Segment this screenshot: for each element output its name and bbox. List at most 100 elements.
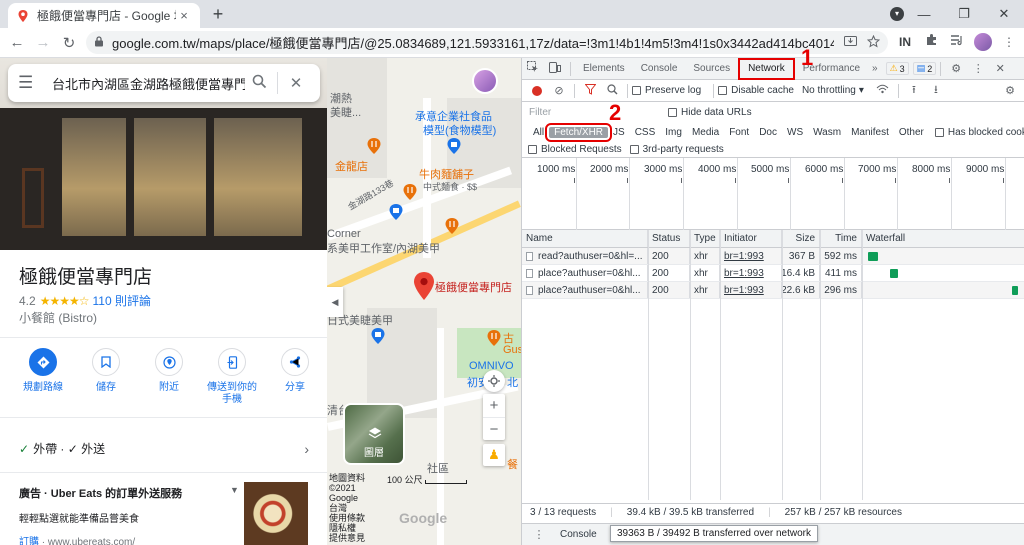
checkbox[interactable] <box>629 145 639 154</box>
shopping-poi-icon[interactable] <box>447 138 461 154</box>
map-label[interactable]: 金龍店 <box>335 158 368 174</box>
column-header-name[interactable]: Name <box>522 230 648 247</box>
checkbox[interactable] <box>934 127 944 137</box>
lock-icon[interactable] <box>94 35 104 50</box>
export-har-icon[interactable]: ⭳ <box>925 81 947 100</box>
new-tab-button[interactable]: + <box>208 4 228 25</box>
url-text[interactable]: google.com.tw/maps/place/極餓便當專門店/@25.083… <box>112 33 834 52</box>
request-name-cell[interactable]: read?authuser=0&hl=... <box>522 248 648 264</box>
tab-close-icon[interactable]: × <box>176 8 192 23</box>
search-icon[interactable] <box>245 74 273 93</box>
my-location-button[interactable] <box>483 370 505 392</box>
type-filter-ws[interactable]: WS <box>782 127 808 138</box>
close-devtools-icon[interactable]: ✕ <box>989 62 1011 75</box>
column-header-time[interactable]: Time <box>820 230 862 247</box>
zoom-in-button[interactable]: + <box>483 394 505 417</box>
devtools-menu-icon[interactable]: ⋮ <box>967 62 989 75</box>
column-header-waterfall[interactable]: Waterfall <box>862 230 1024 247</box>
request-name-cell[interactable]: place?authuser=0&hl... <box>522 265 648 281</box>
type-filter-fetch-xhr[interactable]: Fetch/XHR <box>545 122 613 142</box>
network-conditions-icon[interactable] <box>872 84 894 97</box>
order-link[interactable]: 訂購 <box>19 537 39 545</box>
column-header-size[interactable]: Size <box>782 230 820 247</box>
search-icon[interactable] <box>601 83 623 98</box>
place-pin-icon[interactable] <box>413 272 435 300</box>
drawer-tab-console[interactable]: Console <box>550 529 607 540</box>
type-filter-manifest[interactable]: Manifest <box>846 127 894 138</box>
network-settings-gear-icon[interactable]: ⚙ <box>999 84 1021 97</box>
save-button[interactable]: 儲存 <box>77 348 135 406</box>
forward-button[interactable]: → <box>32 34 54 51</box>
import-har-icon[interactable]: ⭱ <box>903 81 925 100</box>
send-to-phone-button[interactable]: 傳送到你的手機 <box>203 348 261 406</box>
minimize-button[interactable]: — <box>904 7 944 22</box>
street-view-pegman-icon[interactable]: ♟ <box>483 444 505 466</box>
search-input[interactable]: 台北市內湖區金湖路極餓便當專門 <box>46 74 245 93</box>
feedback-link[interactable]: 提供意見 <box>329 533 365 543</box>
reviews-link[interactable]: 110 則評論 <box>92 292 150 309</box>
filter-input[interactable]: Filter <box>526 104 654 120</box>
type-filter-js[interactable]: JS <box>608 127 630 138</box>
account-avatar[interactable] <box>472 68 498 94</box>
restaurant-poi-icon[interactable] <box>367 138 381 154</box>
scale-label[interactable]: 100 公尺 <box>387 473 423 486</box>
extension-icon[interactable]: IN <box>896 33 914 51</box>
third-party-checkbox[interactable]: 3rd-party requests <box>629 144 724 155</box>
shopping-poi-icon[interactable] <box>371 328 385 344</box>
type-filter-doc[interactable]: Doc <box>754 127 782 138</box>
profile-avatar[interactable] <box>974 33 992 51</box>
warnings-badge[interactable]: ⚠ 3 <box>885 62 909 75</box>
reload-button[interactable]: ↻ <box>58 34 80 52</box>
drawer-menu-icon[interactable]: ⋮ <box>528 528 550 541</box>
install-icon[interactable] <box>844 35 857 50</box>
map-canvas[interactable]: 潮熱 美睫... 承意企業社食品 模型(食物模型) 金龍店 牛肉麵舖子 中式麵食… <box>327 58 521 545</box>
type-filter-img[interactable]: Img <box>660 127 687 138</box>
checkbox[interactable] <box>718 86 728 95</box>
profile-menu-icon[interactable]: ▾ <box>890 7 904 21</box>
tab-console[interactable]: Console <box>633 63 686 74</box>
table-row[interactable]: place?authuser=0&hl... 200 xhr br=1:993 … <box>522 282 1024 299</box>
has-blocked-cookies-checkbox[interactable]: Has blocked cookies <box>934 127 1024 138</box>
nearby-button[interactable]: 附近 <box>140 348 198 406</box>
place-category[interactable]: 小餐館 (Bistro) <box>19 309 97 326</box>
chevron-right-icon[interactable]: › <box>304 441 309 457</box>
initiator-link[interactable]: br=1:993 <box>724 251 764 262</box>
initiator-link[interactable]: br=1:993 <box>724 285 764 296</box>
pin-label[interactable]: 極餓便當專門店 <box>435 279 512 295</box>
privacy-link[interactable]: 隱私權 <box>329 523 365 533</box>
column-header-initiator[interactable]: Initiator <box>720 230 782 247</box>
maps-search-box[interactable]: ☰ 台北市內湖區金湖路極餓便當專門 ✕ <box>8 64 320 102</box>
collapse-panel-button[interactable]: ◀ <box>327 287 343 317</box>
browser-tab[interactable]: 極餓便當專門店 - Google 地圖 × <box>8 3 200 28</box>
reading-list-icon[interactable] <box>948 33 966 51</box>
restaurant-poi-icon[interactable] <box>487 330 501 346</box>
tab-elements[interactable]: Elements <box>575 63 633 74</box>
restaurant-poi-icon[interactable] <box>445 218 459 234</box>
terms-link[interactable]: 使用條款 <box>329 513 365 523</box>
restaurant-poi-icon[interactable] <box>403 184 417 200</box>
map-label[interactable]: 美睫... <box>330 104 361 120</box>
inspect-element-icon[interactable] <box>522 61 544 76</box>
address-bar[interactable]: google.com.tw/maps/place/極餓便當專門店/@25.083… <box>86 31 888 54</box>
map-label[interactable]: 餐 <box>507 456 518 472</box>
checkbox[interactable] <box>528 145 537 154</box>
request-name-cell[interactable]: place?authuser=0&hl... <box>522 282 648 298</box>
throttling-select[interactable]: No throttling ▾ <box>802 85 864 96</box>
map-label[interactable]: 模型(食物模型) <box>423 122 496 138</box>
tab-network[interactable]: Network <box>738 57 795 80</box>
map-label[interactable]: Corner <box>327 228 361 240</box>
hide-data-urls-checkbox[interactable]: Hide data URLs <box>668 107 752 118</box>
restore-button[interactable]: ❐ <box>944 6 984 22</box>
map-label[interactable]: 社區 <box>427 460 449 476</box>
shopping-poi-icon[interactable] <box>389 204 403 220</box>
messages-badge[interactable]: ▤ 2 <box>912 62 937 75</box>
filter-icon[interactable] <box>579 83 601 98</box>
share-button[interactable]: 分享 <box>266 348 324 406</box>
settings-gear-icon[interactable]: ⚙ <box>945 62 967 75</box>
zoom-out-button[interactable]: − <box>483 417 505 440</box>
back-button[interactable]: ← <box>6 34 28 51</box>
menu-icon[interactable]: ☰ <box>18 73 46 93</box>
checkbox[interactable] <box>668 107 677 117</box>
record-button[interactable] <box>532 85 542 96</box>
transferred-total[interactable]: 39.4 kB / 39.5 kB transferred <box>627 507 754 518</box>
